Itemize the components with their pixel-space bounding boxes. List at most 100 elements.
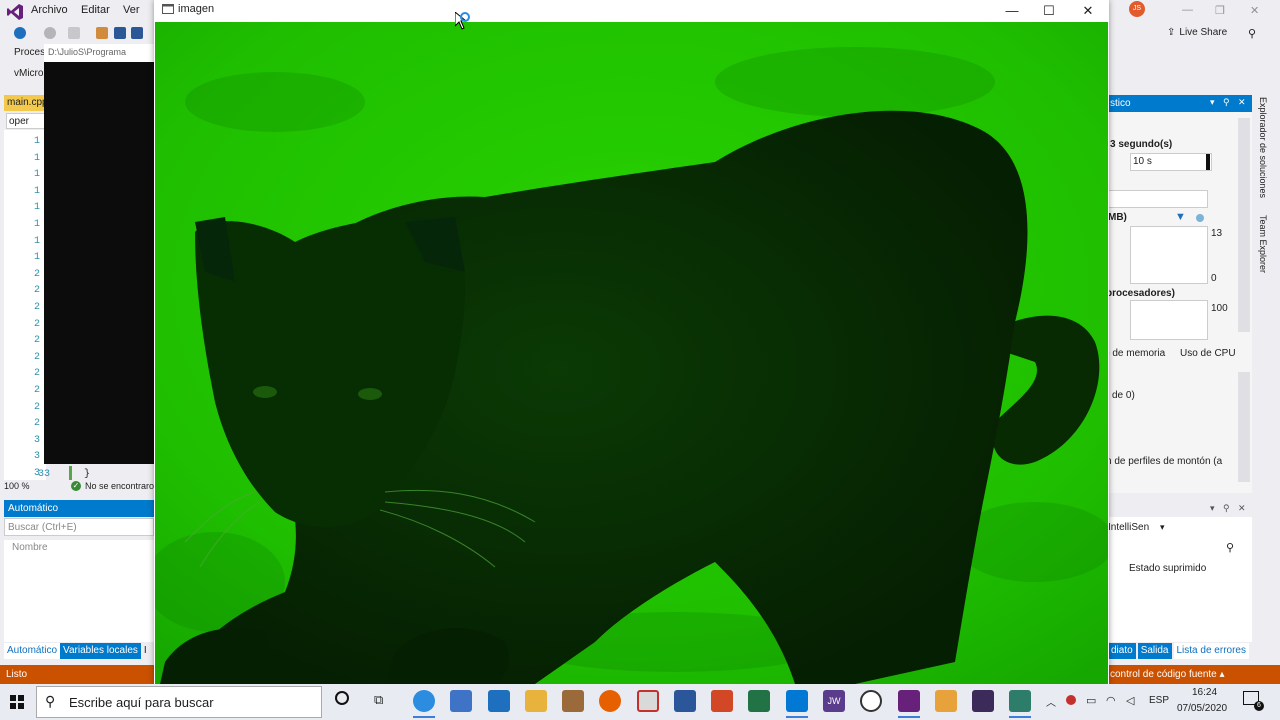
tab-cpu-usage[interactable]: Uso de CPU	[1180, 348, 1236, 359]
status-bar: Listo	[0, 665, 154, 684]
save-icon[interactable]	[114, 27, 126, 39]
maximize-button[interactable]: ☐	[1035, 2, 1063, 20]
events-track	[1108, 190, 1208, 208]
scope-dropdown[interactable]: oper	[6, 113, 46, 129]
vs-restore-icon[interactable]: ❐	[1215, 4, 1225, 17]
source-control-arrow-icon: ▴	[1219, 669, 1225, 680]
diag-scrollbar[interactable]	[1238, 118, 1250, 332]
pin-icon[interactable]: ⚲	[1248, 27, 1256, 40]
output-tabs: diato Salida Lista de errores	[1108, 643, 1252, 659]
panel-dropdown-icon[interactable]: ▾	[1210, 97, 1215, 108]
task-view-icon[interactable]: ⧉	[374, 692, 383, 708]
menu-ver[interactable]: Ver	[123, 4, 140, 16]
running-indicator	[898, 716, 920, 718]
clock-time[interactable]: 16:24	[1192, 687, 1217, 698]
tab-error-list[interactable]: Lista de errores	[1173, 643, 1249, 659]
new-item-icon[interactable]	[68, 27, 80, 39]
search-icon: ⚲	[45, 693, 56, 709]
search-icon[interactable]: ⚲	[1226, 541, 1234, 554]
autos-search-input[interactable]: Buscar (Ctrl+E)	[4, 518, 154, 536]
clock-date[interactable]: 07/05/2020	[1177, 703, 1227, 714]
vs-minimize-icon[interactable]: —	[1182, 4, 1193, 16]
image-window-titlebar[interactable]	[154, 0, 1109, 22]
battery-icon[interactable]: ▭	[1086, 694, 1096, 707]
store-icon[interactable]	[450, 690, 472, 712]
output-dropdown-icon[interactable]: ▾	[1210, 503, 1215, 514]
snapshot-marker-icon: ▼	[1175, 211, 1186, 223]
volume-icon[interactable]: ◁	[1126, 694, 1134, 707]
start-button[interactable]	[0, 684, 34, 720]
terminal-icon[interactable]	[972, 690, 994, 712]
diag-lower-scrollbar[interactable]	[1238, 372, 1250, 482]
edge-icon[interactable]	[413, 690, 435, 712]
line-number: 1	[33, 152, 40, 164]
process-label: Proces	[14, 47, 46, 58]
vscode-icon[interactable]	[786, 690, 808, 712]
code-editor[interactable]: 1111111122222222223333	[4, 130, 46, 496]
powerpoint-icon[interactable]	[711, 690, 733, 712]
input-language[interactable]: ESP	[1149, 695, 1169, 706]
pdf-reader-icon[interactable]	[637, 690, 659, 712]
save-all-icon[interactable]	[131, 27, 143, 39]
issues-status[interactable]: No se encontraron	[85, 481, 154, 491]
image-viewer-icon[interactable]	[1009, 690, 1031, 712]
vs-close-icon[interactable]: ✕	[1250, 4, 1259, 17]
tab-memory-usage[interactable]: o de memoria	[1104, 348, 1165, 359]
line-number: 2	[33, 351, 40, 363]
tab-immediate[interactable]: diato	[1108, 643, 1136, 659]
zoom-level[interactable]: 100 %	[4, 481, 30, 491]
code-line: }	[84, 469, 91, 480]
panel-close-icon[interactable]: ✕	[1238, 97, 1246, 108]
tab-solution-explorer[interactable]: Explorador de soluciones	[1258, 97, 1268, 198]
wifi-icon[interactable]: ◠	[1106, 694, 1116, 707]
mail-icon[interactable]	[488, 690, 510, 712]
tab-automatico[interactable]: Automático	[4, 643, 61, 659]
line-number: 1	[33, 169, 40, 181]
memory-graph	[1130, 226, 1208, 284]
tray-chevron-icon[interactable]: ︿	[1046, 694, 1056, 709]
file-explorer-icon[interactable]	[525, 690, 547, 712]
tab-team-explorer[interactable]: Team Explorer	[1258, 215, 1268, 273]
filter-dropdown-icon[interactable]: ▾	[1160, 522, 1165, 533]
running-indicator	[413, 716, 435, 718]
source-control-label: control de código fuente	[1110, 669, 1217, 680]
session-duration: 3 segundo(s)	[1110, 139, 1173, 150]
output-close-icon[interactable]: ✕	[1238, 503, 1246, 514]
back-icon[interactable]	[14, 27, 26, 39]
window-app-icon	[162, 4, 174, 14]
forward-icon[interactable]	[44, 27, 56, 39]
minimize-button[interactable]: —	[998, 2, 1026, 20]
menu-editar[interactable]: Editar	[81, 4, 110, 16]
word-icon[interactable]	[674, 690, 696, 712]
tab-output[interactable]: Salida	[1137, 643, 1172, 659]
visual-studio-taskbar-icon[interactable]	[898, 690, 920, 712]
package-icon[interactable]	[935, 690, 957, 712]
cortana-icon[interactable]	[335, 691, 349, 705]
tray-app-icon[interactable]	[1066, 695, 1076, 705]
firefox-icon[interactable]	[599, 690, 621, 712]
obs-icon[interactable]	[860, 690, 882, 712]
panel-pin-icon[interactable]: ⚲	[1223, 97, 1230, 108]
line-number: 1	[33, 185, 40, 197]
tab-other[interactable]: I	[141, 643, 150, 659]
live-share-button[interactable]: ⇪ Live Share	[1167, 27, 1227, 38]
file-tab-main[interactable]: main.cpp	[4, 95, 48, 111]
heap-profiling-row[interactable]: n de perfiles de montón (a	[1106, 456, 1222, 467]
intellisense-filter[interactable]: IntelliSen	[1108, 522, 1149, 533]
line-number: 1	[33, 219, 40, 230]
jw-icon[interactable]: JW	[823, 690, 845, 712]
avatar[interactable]: JS	[1129, 1, 1145, 17]
menu-archivo[interactable]: Archivo	[31, 4, 68, 16]
app-icon[interactable]	[562, 690, 584, 712]
close-button[interactable]: ✕	[1074, 2, 1102, 20]
tab-variables-locales[interactable]: Variables locales	[60, 643, 141, 659]
output-pin-icon[interactable]: ⚲	[1223, 503, 1230, 514]
output-panel-header	[1108, 500, 1252, 517]
source-control-status[interactable]: control de código fuente ▴	[1108, 665, 1280, 684]
timeline-cursor[interactable]	[1206, 154, 1210, 170]
open-icon[interactable]	[96, 27, 108, 39]
visual-studio-logo-icon	[7, 4, 23, 20]
snapshot-row[interactable]: de 0)	[1112, 390, 1135, 401]
excel-icon[interactable]	[748, 690, 770, 712]
gc-marker-icon	[1196, 214, 1204, 222]
